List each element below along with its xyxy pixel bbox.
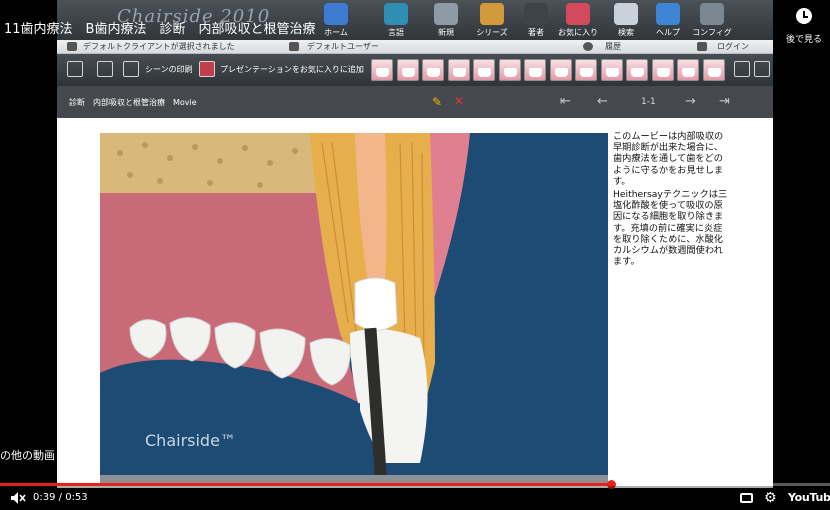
page-indicator: 1-1 xyxy=(641,97,656,107)
scene-thumbnail[interactable] xyxy=(549,59,572,81)
nav-button-label: 新規 xyxy=(438,28,454,37)
lock-icon[interactable] xyxy=(697,42,707,51)
mute-icon[interactable] xyxy=(10,491,26,505)
scene-thumbnail[interactable] xyxy=(626,59,648,81)
time-display: 0:39 / 0:53 xyxy=(33,492,88,503)
nav-button-label: 検索 xyxy=(618,28,634,37)
scene-thumbnail[interactable] xyxy=(702,59,725,81)
help-icon xyxy=(656,3,680,25)
nav-button-label: 言語 xyxy=(388,28,404,37)
video-player[interactable]: Chairside 2010 ホーム 言語 新規 シリーズ 著者 お気に入り 検索 ヘルプ コン… xyxy=(0,0,830,510)
clock-icon xyxy=(796,8,812,24)
next-page-icon[interactable]: → xyxy=(685,94,696,109)
settings-gear-icon[interactable]: ⚙ xyxy=(764,490,777,506)
print-icon[interactable] xyxy=(123,61,139,77)
scene-thumbnail[interactable] xyxy=(600,59,623,81)
breadcrumb-bar: 診断 内部吸収と根管治療 Movie ✎ ✕ ⇤ ← 1-1 → ⇥ xyxy=(57,86,773,118)
nav-button-label: コンフィグ xyxy=(692,28,732,37)
breadcrumb: 診断 内部吸収と根管治療 Movie xyxy=(69,98,197,107)
scene-thumbnail[interactable] xyxy=(447,59,470,81)
nav-button-6[interactable]: 検索 xyxy=(603,3,649,39)
favorite-add-icon[interactable] xyxy=(199,61,215,77)
scene-print-button[interactable]: シーンの印刷 xyxy=(145,64,193,75)
youtube-logo[interactable]: YouTube xyxy=(788,491,830,504)
last-page-icon[interactable]: ⇥ xyxy=(719,94,730,109)
nav-button-5[interactable]: お気に入り xyxy=(555,3,601,39)
delete-icon[interactable]: ✕ xyxy=(454,94,464,108)
favorites-icon xyxy=(566,3,590,25)
animation-scrubber[interactable] xyxy=(100,475,608,483)
nav-button-label: ホーム xyxy=(324,28,348,37)
scene-thumbnail[interactable] xyxy=(371,59,393,81)
nav-button-0[interactable]: ホーム xyxy=(313,3,359,39)
nav-button-1[interactable]: 言語 xyxy=(373,3,419,39)
search-icon xyxy=(614,3,638,25)
chairside-logo: Chairside™ xyxy=(145,431,236,450)
scene-description: このムービーは内部吸収の早期診断が出来た場合に、歯内療法を通して歯をどのように守… xyxy=(613,131,731,269)
description-paragraph: Heithersayテクニックは三塩化酢酸を使って吸収の原因になる細胞を取り除き… xyxy=(613,189,728,268)
nav-button-3[interactable]: シリーズ xyxy=(469,3,515,39)
nav-button-4[interactable]: 著者 xyxy=(513,3,559,39)
description-paragraph: このムービーは内部吸収の早期診断が出来た場合に、歯内療法を通して歯をどのように守… xyxy=(613,131,724,187)
total-time: 0:53 xyxy=(65,492,88,503)
scene-thumbnail[interactable] xyxy=(396,59,419,81)
config-icon xyxy=(700,3,724,25)
watch-later-button[interactable]: 後で見る xyxy=(781,8,827,46)
edit-pencil-icon[interactable]: ✎ xyxy=(432,95,442,109)
time-separator: / xyxy=(55,492,66,503)
person-icon[interactable] xyxy=(97,61,113,77)
client-icon xyxy=(67,42,77,51)
scene-toolbar: シーンの印刷 プレゼンテーションをお気に入りに追加 xyxy=(57,54,773,86)
home-icon xyxy=(324,3,348,25)
scene-thumbnail[interactable] xyxy=(498,59,521,81)
nav-button-label: 著者 xyxy=(528,28,544,37)
status-bar: デフォルトクライアントが選択されました デフォルトユーザー 履歴 ログイン xyxy=(57,40,773,54)
client-status: デフォルトクライアントが選択されました xyxy=(83,42,235,51)
user-status: デフォルトユーザー xyxy=(307,42,379,51)
chairside-app-window: Chairside 2010 ホーム 言語 新規 シリーズ 著者 お気に入り 検索 ヘルプ コン… xyxy=(57,0,773,488)
nav-button-7[interactable]: ヘルプ xyxy=(645,3,691,39)
scene-thumbnail[interactable] xyxy=(677,59,699,81)
new-icon xyxy=(434,3,458,25)
nav-button-label: お気に入り xyxy=(558,28,598,37)
more-videos-link[interactable]: の他の動画 xyxy=(0,447,55,463)
subtitles-icon[interactable] xyxy=(740,493,753,503)
login-button[interactable]: ログイン xyxy=(717,41,749,52)
language-icon xyxy=(384,3,408,25)
current-time: 0:39 xyxy=(33,492,56,503)
scene-thumbnail[interactable] xyxy=(473,59,495,81)
author-icon xyxy=(524,3,548,25)
window-icon[interactable] xyxy=(734,61,750,77)
series-icon xyxy=(480,3,504,25)
watch-later-label: 後で見る xyxy=(785,35,822,45)
tooth-animation[interactable]: Chairside™ xyxy=(100,133,608,483)
first-page-icon[interactable]: ⇤ xyxy=(560,94,571,109)
scene-thumbnail[interactable] xyxy=(524,59,546,81)
nav-button-8[interactable]: コンフィグ xyxy=(689,3,735,39)
add-favorite-button[interactable]: プレゼンテーションをお気に入りに追加 xyxy=(220,64,364,75)
nav-button-label: ヘルプ xyxy=(656,28,680,37)
history-icon[interactable] xyxy=(583,42,593,51)
prev-page-icon[interactable]: ← xyxy=(597,94,608,109)
nav-button-2[interactable]: 新規 xyxy=(423,3,469,39)
player-controls: 0:39 / 0:53 ⚙ YouTube xyxy=(0,486,830,510)
scene-thumbnail[interactable] xyxy=(422,59,444,81)
scene-thumbnail[interactable] xyxy=(575,59,597,81)
nav-button-label: シリーズ xyxy=(476,28,508,37)
user-icon xyxy=(289,42,299,51)
video-title[interactable]: 11歯内療法 B歯内療法 診断 内部吸収と根管治療 xyxy=(4,18,315,37)
presentation-icon[interactable] xyxy=(754,61,770,77)
scene-thumbnail[interactable] xyxy=(651,59,674,81)
fullscreen-icon[interactable] xyxy=(67,61,83,77)
history-button[interactable]: 履歴 xyxy=(605,41,621,52)
